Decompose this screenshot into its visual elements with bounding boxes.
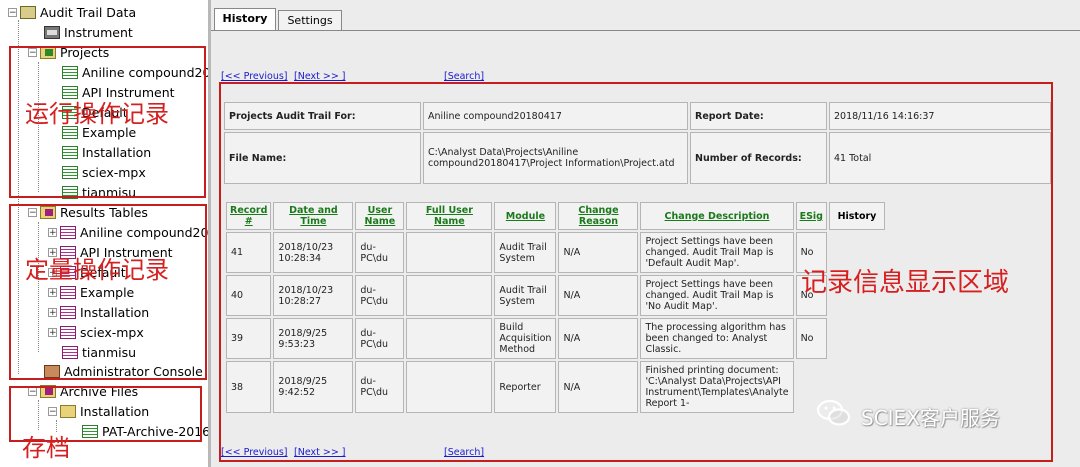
num-records-value: 41 Total (829, 132, 1051, 184)
cell-datetime: 2018/10/23 10:28:34 (273, 232, 354, 273)
num-records-label: Number of Records: (690, 132, 827, 184)
table-row: 41 2018/10/23 10:28:34 du-PC\du Audit Tr… (226, 232, 885, 273)
table-row: 38 2018/9/25 9:42:52 du-PC\du Reporter N… (226, 361, 885, 413)
cell-module: Audit Trail System (494, 232, 557, 273)
column-header-history: History (828, 202, 885, 230)
annotation-archive: 存档 (22, 434, 70, 462)
cell-module: Reporter (494, 361, 557, 413)
cell-user: du-PC\du (355, 361, 405, 413)
table-row: 39 2018/9/25 9:53:23 du-PC\du Build Acqu… (226, 318, 885, 359)
column-header-change-reason[interactable]: Change Reason (558, 202, 639, 230)
cell-record: 38 (226, 361, 272, 413)
tab-bar-divider (211, 30, 1080, 31)
annotation-quant-ops: 定量操作记录 (25, 256, 169, 284)
cell-record: 41 (226, 232, 272, 273)
cell-description: Finished printing document: 'C:\Analyst … (640, 361, 794, 413)
cell-description: Project Settings have been changed. Audi… (640, 232, 794, 273)
tab-settings[interactable]: Settings (278, 10, 342, 31)
cell-module: Build Acquisition Method (494, 318, 557, 359)
next-link-bottom[interactable]: [Next >> ] (294, 447, 346, 458)
report-pane: History Settings [<< Previous] [Next >> … (208, 0, 1080, 467)
column-header-full-user-name[interactable]: Full User Name (406, 202, 493, 230)
cell-history (829, 318, 885, 359)
tab-history[interactable]: History (214, 8, 276, 31)
search-link-bottom[interactable]: [Search] (444, 447, 484, 458)
cell-full-user (406, 232, 493, 273)
cell-module: Audit Trail System (494, 275, 557, 316)
previous-link-bottom[interactable]: [<< Previous] (221, 447, 288, 458)
tree-node-audit-trail-data[interactable]: − Audit Trail Data (8, 2, 136, 22)
column-header-date-time[interactable]: Date and Time (273, 202, 354, 230)
file-name-label: File Name: (224, 132, 421, 184)
table-row: 40 2018/10/23 10:28:27 du-PC\du Audit Tr… (226, 275, 885, 316)
column-header-module[interactable]: Module (494, 202, 557, 230)
wechat-icon (816, 399, 851, 426)
cell-user: du-PC\du (355, 275, 405, 316)
audit-data-icon (20, 5, 36, 19)
column-header-change-description[interactable]: Change Description (640, 202, 794, 230)
cell-reason: N/A (558, 232, 639, 273)
cell-user: du-PC\du (355, 318, 405, 359)
cell-full-user (406, 275, 493, 316)
report-header-table: Projects Audit Trail For: Aniline compou… (222, 100, 1053, 186)
instrument-icon (44, 25, 60, 39)
project-label: Projects Audit Trail For: (224, 102, 421, 130)
watermark-text: SCIEX客户服务 (861, 406, 1000, 430)
cell-datetime: 2018/9/25 9:53:23 (273, 318, 354, 359)
cell-record: 40 (226, 275, 272, 316)
tree-label: Instrument (64, 24, 133, 40)
previous-link[interactable]: [<< Previous] (221, 71, 288, 82)
column-header-esig[interactable]: ESig (795, 202, 827, 230)
cell-full-user (406, 361, 493, 413)
annotation-run-ops: 运行操作记录 (25, 100, 169, 128)
cell-reason: N/A (558, 318, 639, 359)
cell-reason: N/A (558, 361, 639, 413)
report-date-label: Report Date: (690, 102, 827, 130)
annotation-display-area: 记录信息显示区域 (801, 268, 1010, 298)
next-link[interactable]: [Next >> ] (294, 71, 346, 82)
column-header-user-name[interactable]: User Name (355, 202, 405, 230)
tree-node-instrument[interactable]: Instrument (44, 22, 133, 42)
audit-tree-pane: − Audit Trail Data Instrument − Projects… (0, 0, 208, 467)
annotation-box-results (9, 204, 207, 380)
cell-user: du-PC\du (355, 232, 405, 273)
cell-esig: No (795, 318, 827, 359)
cell-record: 39 (226, 318, 272, 359)
cell-description: Project Settings have been changed. Audi… (640, 275, 794, 316)
column-header-record[interactable]: Record # (226, 202, 272, 230)
cell-reason: N/A (558, 275, 639, 316)
file-name-value: C:\Analyst Data\Projects\Aniline compoun… (423, 132, 688, 184)
cell-datetime: 2018/10/23 10:28:27 (273, 275, 354, 316)
collapse-icon[interactable]: − (8, 7, 17, 17)
project-value: Aniline compound20180417 (423, 102, 688, 130)
report-date-value: 2018/11/16 14:16:37 (829, 102, 1051, 130)
tree-label: Audit Trail Data (40, 4, 137, 20)
cell-datetime: 2018/9/25 9:42:52 (273, 361, 354, 413)
search-link[interactable]: [Search] (444, 71, 484, 82)
cell-full-user (406, 318, 493, 359)
audit-trail-grid: Record # Date and Time User Name Full Us… (224, 200, 887, 415)
cell-description: The processing algorithm has been change… (640, 318, 794, 359)
